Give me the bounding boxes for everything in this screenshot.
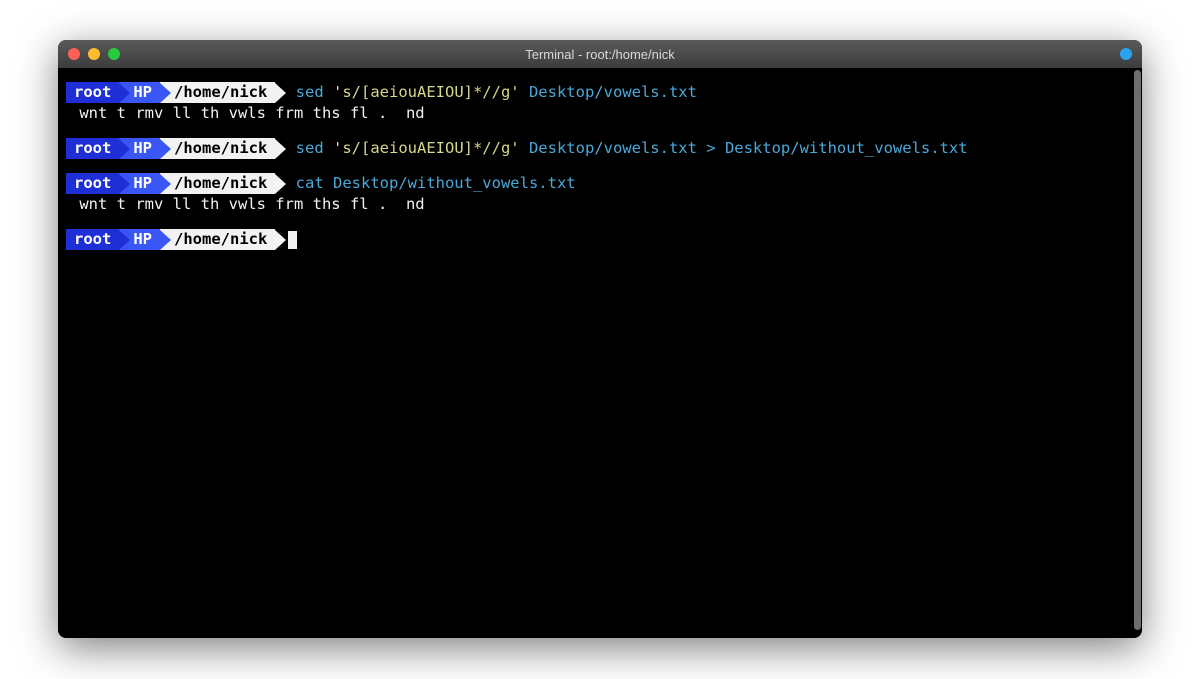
command-text: sed 's/[aeiouAEIOU]*//g' Desktop/vowels.… (286, 138, 967, 159)
status-indicator-icon (1120, 48, 1132, 60)
chevron-right-icon (160, 83, 171, 103)
prompt-line: root HP /home/nick cat Desktop/without_v… (64, 173, 1136, 194)
zoom-icon[interactable] (108, 48, 120, 60)
close-icon[interactable] (68, 48, 80, 60)
prompt-user: root (66, 173, 119, 194)
prompt-line: root HP /home/nick sed 's/[aeiouAEIOU]*/… (64, 138, 1136, 159)
prompt-path: /home/nick (160, 229, 275, 250)
command-text: sed 's/[aeiouAEIOU]*//g' Desktop/vowels.… (286, 82, 697, 103)
scrollbar[interactable] (1134, 70, 1141, 630)
chevron-right-icon (119, 83, 130, 103)
cursor-icon (288, 231, 297, 249)
chevron-right-icon (160, 139, 171, 159)
window-title: Terminal - root:/home/nick (58, 47, 1142, 62)
command-block: root HP /home/nick (64, 229, 1136, 250)
titlebar[interactable]: Terminal - root:/home/nick (58, 40, 1142, 68)
chevron-right-icon (275, 139, 286, 159)
chevron-right-icon (119, 230, 130, 250)
chevron-right-icon (160, 230, 171, 250)
command-text: cat Desktop/without_vowels.txt (286, 173, 575, 194)
command-output: wnt t rmv ll th vwls frm ths fl . nd (64, 103, 1136, 124)
prompt-path: /home/nick (160, 138, 275, 159)
prompt-line[interactable]: root HP /home/nick (64, 229, 1136, 250)
terminal-window: Terminal - root:/home/nick root HP /home… (58, 40, 1142, 638)
chevron-right-icon (275, 174, 286, 194)
chevron-right-icon (119, 174, 130, 194)
prompt-path: /home/nick (160, 173, 275, 194)
chevron-right-icon (275, 83, 286, 103)
command-block: root HP /home/nick cat Desktop/without_v… (64, 173, 1136, 215)
prompt-user: root (66, 138, 119, 159)
prompt-user: root (66, 229, 119, 250)
prompt-path: /home/nick (160, 82, 275, 103)
command-block: root HP /home/nick sed 's/[aeiouAEIOU]*/… (64, 82, 1136, 124)
traffic-lights (68, 48, 120, 60)
prompt-user: root (66, 82, 119, 103)
command-block: root HP /home/nick sed 's/[aeiouAEIOU]*/… (64, 138, 1136, 159)
chevron-right-icon (119, 139, 130, 159)
terminal-body[interactable]: root HP /home/nick sed 's/[aeiouAEIOU]*/… (58, 68, 1142, 638)
prompt-line: root HP /home/nick sed 's/[aeiouAEIOU]*/… (64, 82, 1136, 103)
chevron-right-icon (160, 174, 171, 194)
minimize-icon[interactable] (88, 48, 100, 60)
command-output: wnt t rmv ll th vwls frm ths fl . nd (64, 194, 1136, 215)
chevron-right-icon (275, 230, 286, 250)
